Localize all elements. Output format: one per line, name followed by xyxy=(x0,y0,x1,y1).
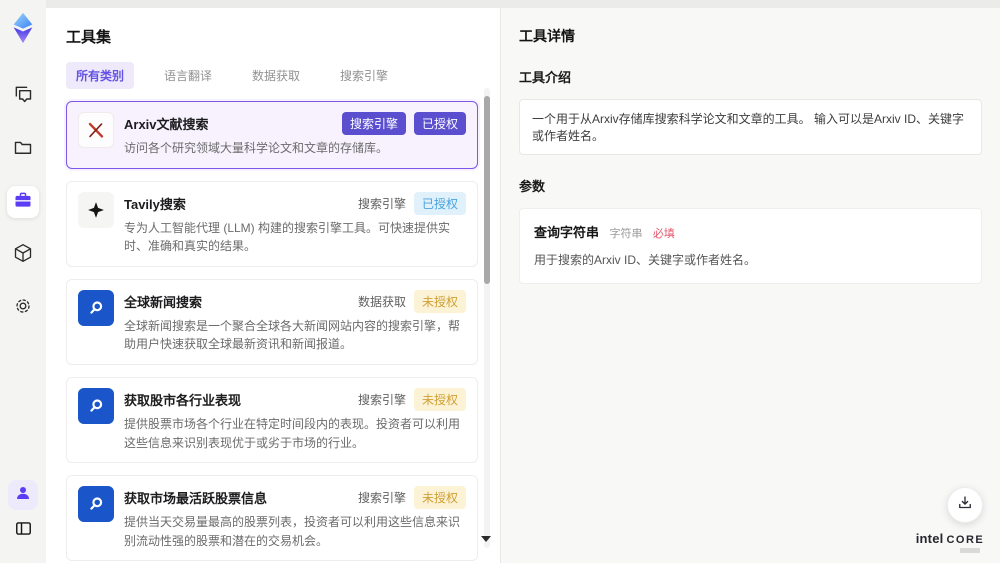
toolbox-icon xyxy=(13,190,33,215)
category-tabs: 所有类别 语言翻译 数据获取 搜索引擎 xyxy=(66,62,500,89)
auth-status-badge: 未授权 xyxy=(413,289,466,313)
tool-name: 全球新闻搜索 xyxy=(124,294,203,310)
sidebar-bottom xyxy=(0,480,46,545)
tool-name: Tavily搜索 xyxy=(124,196,186,212)
scroll-down-arrow-icon[interactable] xyxy=(481,536,491,542)
category-label: 数据获取 xyxy=(357,294,406,309)
sidebar-item-settings[interactable] xyxy=(7,292,39,324)
tab-language-translation[interactable]: 语言翻译 xyxy=(154,62,222,89)
icon-sidebar xyxy=(0,0,46,563)
auth-status-badge: 已授权 xyxy=(413,112,466,135)
tool-name: 获取市场最活跃股票信息 xyxy=(124,491,268,507)
tool-detail-panel: 工具详情 工具介绍 一个用于从Arxiv存储库搜索科学论文和文章的工具。 输入可… xyxy=(500,8,1000,563)
category-badge: 搜索引擎 xyxy=(341,112,406,135)
category-label: 搜索引擎 xyxy=(357,196,406,211)
tool-name: 获取股市各行业表现 xyxy=(124,392,242,408)
list-scrollbar[interactable] xyxy=(484,88,490,548)
param-name: 查询字符串 xyxy=(534,225,600,240)
param-description: 用于搜索的Arxiv ID、关键字或作者姓名。 xyxy=(534,253,757,267)
arxiv-icon xyxy=(78,112,114,148)
user-avatar-icon xyxy=(14,484,32,507)
tool-card-stock-sectors[interactable]: 获取股市各行业表现 搜索引擎 未授权 提供股票市场各个行业在特定时间段内的表现。… xyxy=(66,376,478,464)
brand-sub-mark xyxy=(960,548,980,553)
tool-card-global-news[interactable]: 全球新闻搜索 数据获取 未授权 全球新闻搜索是一个聚合全球各大新闻网站内容的搜索… xyxy=(66,278,478,365)
param-required-flag: 必填 xyxy=(652,228,675,240)
auth-status-badge: 未授权 xyxy=(413,486,466,510)
page-title: 工具集 xyxy=(66,29,112,46)
intro-heading: 工具介绍 xyxy=(519,70,572,85)
cube-icon xyxy=(13,243,33,268)
news-search-icon xyxy=(78,486,114,523)
tool-card-tavily[interactable]: Tavily搜索 搜索引擎 已授权 专为人工智能代理 (LLM) 构建的搜索引擎… xyxy=(66,180,478,267)
download-button[interactable] xyxy=(947,487,983,523)
tool-list: Arxiv文献搜索 搜索引擎 已授权 访问各个研究领域大量科学论文和文章的存储库… xyxy=(66,101,478,563)
sidebar-item-tools[interactable] xyxy=(7,186,39,218)
download-icon xyxy=(956,494,974,517)
params-heading: 参数 xyxy=(519,179,546,194)
brand-core-text: CORE xyxy=(946,534,985,546)
tool-description: 提供股票市场各个行业在特定时间段内的表现。投资者可以利用这些信息来识别表现优于或… xyxy=(124,416,461,450)
sidebar-item-packages[interactable] xyxy=(7,239,39,271)
tool-name: Arxiv文献搜索 xyxy=(124,117,209,132)
tool-list-panel: 工具集 所有类别 语言翻译 数据获取 搜索引擎 Arxiv文献搜索 搜索引擎 已… xyxy=(46,8,500,563)
sidebar-item-files[interactable] xyxy=(7,133,39,165)
param-type: 字符串 xyxy=(609,228,643,240)
news-search-icon xyxy=(78,387,114,424)
news-search-icon xyxy=(78,289,114,326)
sidebar-item-chat[interactable] xyxy=(7,80,39,112)
scrollbar-thumb[interactable] xyxy=(484,96,490,284)
parameter-card: 查询字符串 字符串 必填 用于搜索的Arxiv ID、关键字或作者姓名。 xyxy=(519,208,982,284)
sidebar-nav xyxy=(0,80,46,324)
tab-search-engine[interactable]: 搜索引擎 xyxy=(330,62,398,89)
tool-description: 全球新闻搜索是一个聚合全球各大新闻网站内容的搜索引擎，帮助用户快速获取全球最新资… xyxy=(124,318,461,352)
intel-core-logo: intel CORE xyxy=(912,531,988,553)
detail-panel-title: 工具详情 xyxy=(519,28,575,44)
category-label: 搜索引擎 xyxy=(357,491,406,506)
auth-status-badge: 已授权 xyxy=(413,191,466,215)
tool-description: 访问各个研究领域大量科学论文和文章的存储库。 xyxy=(124,141,389,155)
tool-card-active-stocks[interactable]: 获取市场最活跃股票信息 搜索引擎 未授权 提供当天交易量最高的股票列表，投资者可… xyxy=(66,475,478,562)
chat-icon xyxy=(13,84,33,109)
app-logo-icon xyxy=(7,8,39,48)
tool-card-arxiv[interactable]: Arxiv文献搜索 搜索引擎 已授权 访问各个研究领域大量科学论文和文章的存储库… xyxy=(66,101,478,169)
sparkle-icon xyxy=(78,191,114,228)
auth-status-badge: 未授权 xyxy=(413,387,466,411)
collapse-panel-icon xyxy=(14,519,33,543)
gear-icon xyxy=(13,296,33,321)
folder-icon xyxy=(13,137,33,162)
tool-description: 提供当天交易量最高的股票列表，投资者可以利用这些信息来识别流动性强的股票和潜在的… xyxy=(124,515,461,548)
tool-description: 专为人工智能代理 (LLM) 构建的搜索引擎工具。可快速提供实时、准确和真实的结… xyxy=(124,220,451,254)
tab-data-fetch[interactable]: 数据获取 xyxy=(242,62,310,89)
collapse-sidebar-button[interactable] xyxy=(9,517,37,545)
user-avatar[interactable] xyxy=(8,480,38,510)
tab-all-categories[interactable]: 所有类别 xyxy=(66,62,135,89)
category-label: 搜索引擎 xyxy=(357,392,406,407)
tool-intro-text: 一个用于从Arxiv存储库搜索科学论文和文章的工具。 输入可以是Arxiv ID… xyxy=(519,99,982,155)
brand-intel-text: intel xyxy=(915,531,944,546)
